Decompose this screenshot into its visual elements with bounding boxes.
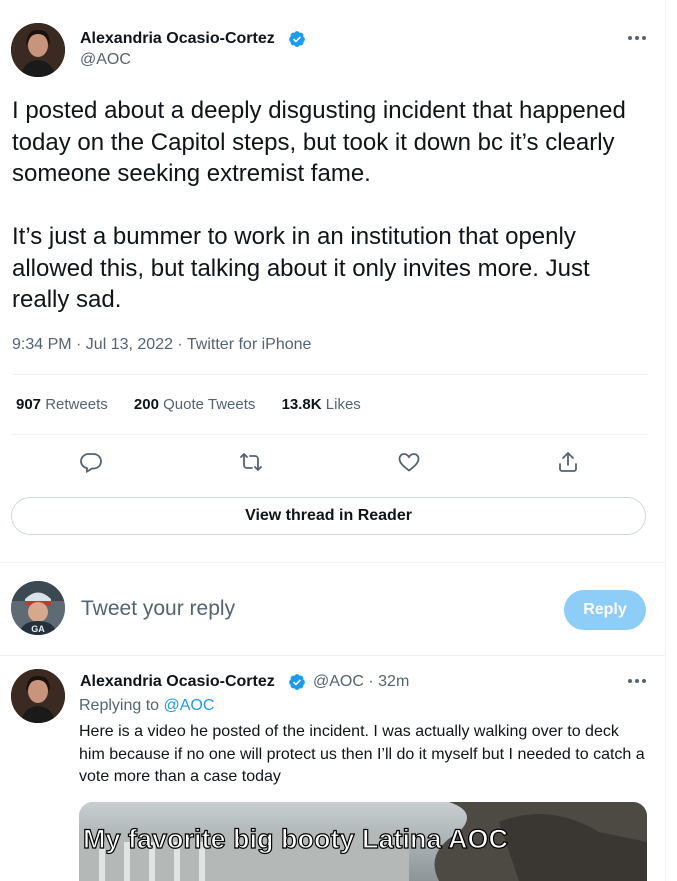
quotes-label[interactable]: Quote Tweets bbox=[163, 396, 255, 413]
author-handle[interactable]: @AOC bbox=[80, 51, 131, 69]
reply-author-avatar[interactable] bbox=[11, 669, 65, 723]
reply-button[interactable]: Reply bbox=[564, 590, 646, 630]
retweets-count[interactable]: 907 bbox=[16, 396, 41, 413]
replying-to-link[interactable]: @AOC bbox=[164, 697, 215, 714]
reply-author-handle-time[interactable]: @AOC · 32m bbox=[313, 673, 409, 691]
divider bbox=[12, 434, 648, 435]
retweets-label[interactable]: Retweets bbox=[45, 396, 108, 413]
reply-author-name[interactable]: Alexandria Ocasio-Cortez bbox=[80, 673, 275, 691]
retweet-icon[interactable] bbox=[239, 450, 263, 474]
replying-prefix: Replying to bbox=[79, 697, 160, 714]
tweet-stats: 907 Retweets 200 Quote Tweets 13.8K Like… bbox=[16, 396, 383, 413]
user-avatar[interactable]: GA bbox=[11, 581, 65, 635]
more-icon[interactable] bbox=[627, 678, 647, 684]
reply-time[interactable]: · 32m bbox=[368, 673, 409, 690]
tweet-meta[interactable]: 9:34 PM · Jul 13, 2022 · Twitter for iPh… bbox=[12, 336, 311, 354]
reply-tweet-text: Here is a video he posted of the inciden… bbox=[79, 723, 645, 785]
view-thread-reader-button[interactable]: View thread in Reader bbox=[11, 497, 646, 535]
reply-author-handle[interactable]: @AOC bbox=[313, 673, 364, 690]
likes-label[interactable]: Likes bbox=[326, 396, 361, 413]
share-icon[interactable] bbox=[556, 450, 580, 474]
divider bbox=[0, 562, 666, 563]
quotes-count[interactable]: 200 bbox=[134, 396, 159, 413]
replying-to: Replying to @AOC bbox=[79, 697, 214, 715]
reply-icon[interactable] bbox=[79, 450, 103, 474]
likes-count[interactable]: 13.8K bbox=[282, 396, 322, 413]
author-name[interactable]: Alexandria Ocasio-Cortez bbox=[80, 30, 275, 48]
svg-text:GA: GA bbox=[31, 624, 45, 634]
tweet-text: I posted about a deeply disgusting incid… bbox=[12, 97, 626, 313]
media-caption: My favorite big booty Latina AOC bbox=[83, 824, 508, 854]
reply-media[interactable]: My favorite big booty Latina AOC bbox=[79, 802, 647, 881]
author-avatar[interactable] bbox=[11, 23, 65, 77]
like-icon[interactable] bbox=[397, 450, 421, 474]
divider bbox=[12, 374, 648, 375]
verified-badge-icon bbox=[289, 674, 305, 690]
divider bbox=[0, 655, 666, 656]
column-border bbox=[665, 0, 666, 881]
verified-badge-icon bbox=[289, 31, 305, 47]
reply-input[interactable]: Tweet your reply bbox=[81, 597, 235, 621]
more-icon[interactable] bbox=[627, 35, 647, 41]
